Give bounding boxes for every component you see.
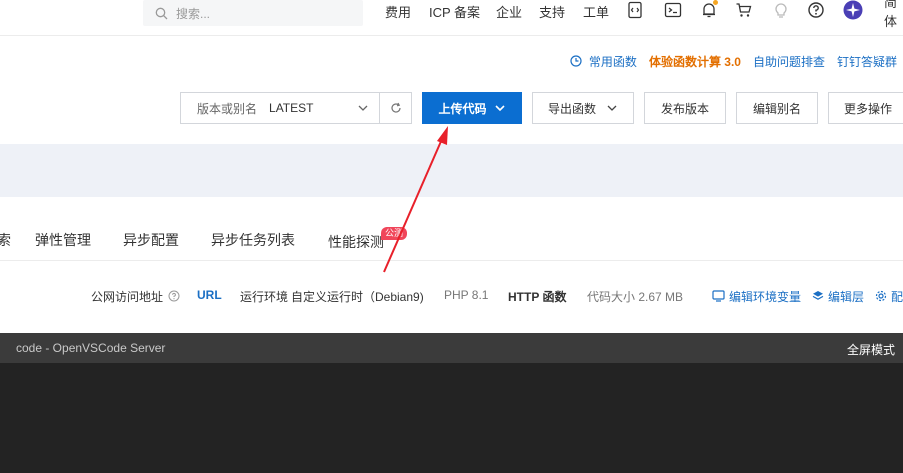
- cart-icon[interactable]: [735, 1, 753, 19]
- upload-code-label: 上传代码: [438, 101, 487, 116]
- edit-env-link[interactable]: 编辑环境变量: [729, 288, 801, 305]
- export-function-button[interactable]: 导出函数: [532, 92, 634, 124]
- edit-alias-button[interactable]: 编辑别名: [736, 92, 818, 124]
- edit-alias-label: 编辑别名: [752, 101, 801, 116]
- language-switch[interactable]: 简体: [884, 0, 903, 29]
- layers-icon: [812, 291, 824, 300]
- more-actions-button[interactable]: 更多操作: [828, 92, 903, 124]
- tabs-divider: [0, 260, 903, 261]
- chevron-down-icon: [607, 105, 617, 111]
- tab-async-tasks[interactable]: 异步任务列表: [211, 230, 295, 250]
- faq-link[interactable]: 常用函数: [589, 53, 637, 70]
- editor-title: code - OpenVSCode Server: [16, 341, 166, 355]
- help-links: 常用函数 体验函数计算 3.0 自助问题排查 钉钉答疑群: [570, 53, 903, 69]
- config-link[interactable]: 配: [891, 288, 903, 305]
- top-navbar: 搜索... 费用 ICP 备案 企业 支持 工单 简体: [0, 0, 903, 36]
- version-label: 版本或别名: [197, 101, 258, 116]
- tab-perf-probe[interactable]: 性能探测: [328, 232, 384, 252]
- http-function: HTTP 函数: [508, 290, 567, 304]
- php-version: PHP 8.1: [444, 288, 489, 302]
- nav-support[interactable]: 支持: [539, 0, 565, 22]
- url-link[interactable]: URL: [197, 288, 222, 302]
- tab-async-config[interactable]: 异步配置: [123, 230, 179, 250]
- tab-partial[interactable]: 索: [0, 230, 11, 250]
- info-banner: [0, 144, 903, 197]
- search-icon: [155, 7, 168, 19]
- version-select[interactable]: 版本或别名 LATEST: [180, 92, 380, 124]
- editor-header: code - OpenVSCode Server 全屏模式: [0, 333, 903, 363]
- self-check-link[interactable]: 自助问题排查: [753, 53, 825, 70]
- export-function-label: 导出函数: [547, 101, 596, 116]
- nav-enterprise[interactable]: 企业: [496, 0, 522, 22]
- gear-icon: [875, 290, 887, 302]
- help-icon[interactable]: [807, 1, 825, 19]
- terminal-icon[interactable]: [664, 1, 682, 19]
- public-url-label: 公网访问地址: [91, 290, 164, 304]
- version-value: LATEST: [269, 101, 314, 115]
- upload-code-button[interactable]: 上传代码: [422, 92, 522, 124]
- tab-elastic[interactable]: 弹性管理: [35, 230, 91, 250]
- avatar[interactable]: [843, 0, 863, 20]
- search-box[interactable]: 搜索...: [143, 0, 363, 26]
- chevron-down-icon: [358, 105, 368, 111]
- code-icon[interactable]: [627, 1, 645, 19]
- nav-ticket[interactable]: 工单: [583, 0, 609, 22]
- runtime-value: 自定义运行时（Debian9): [291, 290, 424, 304]
- nav-icp[interactable]: ICP 备案: [429, 0, 480, 22]
- clock-icon: [570, 55, 582, 67]
- runtime-label: 运行环境: [240, 290, 289, 304]
- publish-version-button[interactable]: 发布版本: [644, 92, 726, 124]
- chevron-down-icon: [494, 105, 505, 112]
- publish-version-label: 发布版本: [660, 101, 709, 116]
- refresh-button[interactable]: [379, 92, 412, 124]
- help-icon[interactable]: [168, 290, 180, 302]
- search-placeholder: 搜索...: [176, 6, 211, 21]
- notification-dot: [713, 0, 718, 5]
- more-actions-label: 更多操作: [844, 101, 893, 116]
- beta-badge: 公测: [381, 227, 408, 240]
- fullscreen-button[interactable]: 全屏模式: [847, 341, 895, 358]
- editor-body[interactable]: [0, 363, 903, 473]
- code-size: 代码大小 2.67 MB: [587, 290, 684, 304]
- nav-billing[interactable]: 费用: [385, 0, 411, 22]
- dingtalk-link[interactable]: 钉钉答疑群: [837, 53, 897, 70]
- bulb-icon[interactable]: [772, 1, 790, 19]
- function-info-row: 公网访问地址 URL 运行环境 自定义运行时（Debian9) PHP 8.1 …: [0, 288, 903, 304]
- refresh-icon: [390, 102, 401, 113]
- edit-layer-link[interactable]: 编辑层: [828, 288, 864, 305]
- trial-link[interactable]: 体验函数计算 3.0: [649, 53, 741, 70]
- monitor-icon: [712, 290, 725, 302]
